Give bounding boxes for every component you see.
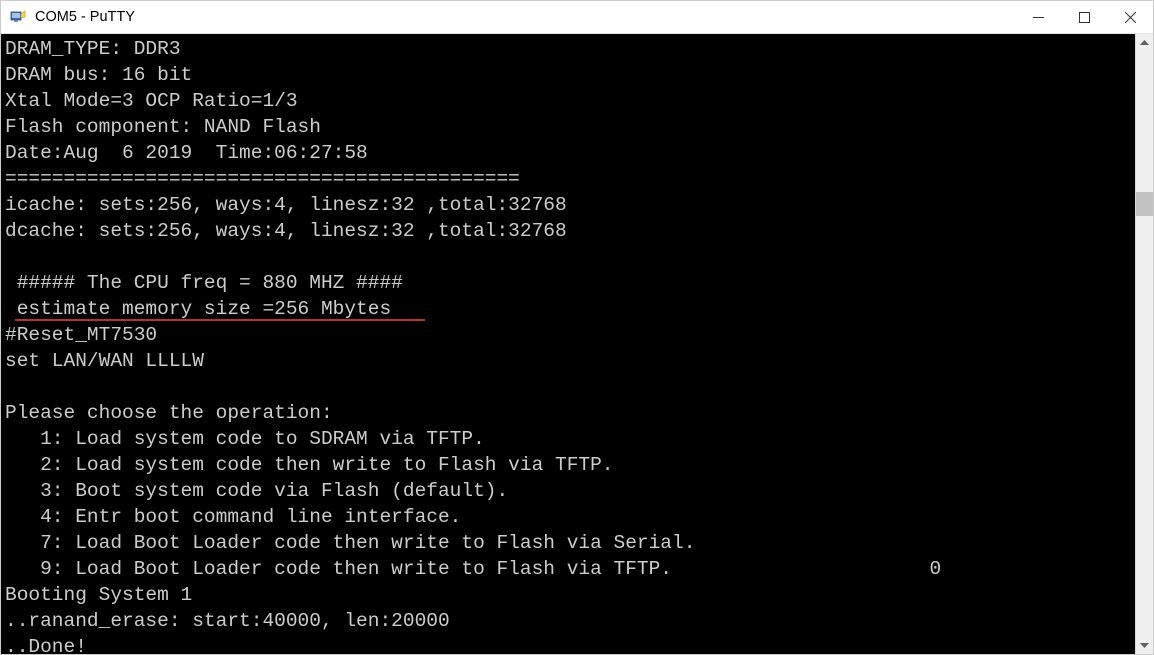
terminal-line: set LAN/WAN LLLLW — [5, 348, 1131, 374]
terminal-line: DRAM bus: 16 bit — [5, 62, 1131, 88]
terminal-line: Booting System 1 — [5, 582, 1131, 608]
terminal-line: Flash component: NAND Flash — [5, 114, 1131, 140]
terminal-line: Date:Aug 6 2019 Time:06:27:58 — [5, 140, 1131, 166]
terminal-line: #Reset_MT7530 — [5, 322, 1131, 348]
scroll-down-button[interactable] — [1136, 636, 1153, 654]
scroll-up-button[interactable] — [1136, 34, 1153, 52]
window-controls — [1015, 1, 1153, 33]
terminal-line — [5, 244, 1131, 270]
scroll-track[interactable] — [1136, 52, 1153, 636]
terminal-line: 4: Entr boot command line interface. — [5, 504, 1131, 530]
terminal-line: 3: Boot system code via Flash (default). — [5, 478, 1131, 504]
terminal-line: 1: Load system code to SDRAM via TFTP. — [5, 426, 1131, 452]
terminal-line: ##### The CPU freq = 880 MHZ #### — [5, 270, 1131, 296]
terminal-output[interactable]: DRAM_TYPE: DDR3DRAM bus: 16 bitXtal Mode… — [1, 34, 1135, 654]
terminal-line: Xtal Mode=3 OCP Ratio=1/3 — [5, 88, 1131, 114]
terminal-line: DRAM_TYPE: DDR3 — [5, 36, 1131, 62]
terminal-line: dcache: sets:256, ways:4, linesz:32 ,tot… — [5, 218, 1131, 244]
terminal-line: ..Done! — [5, 634, 1131, 654]
window-title: COM5 - PuTTY — [35, 9, 1015, 25]
close-button[interactable] — [1107, 1, 1153, 33]
terminal-line: ========================================… — [5, 166, 1131, 192]
terminal-container: DRAM_TYPE: DDR3DRAM bus: 16 bitXtal Mode… — [1, 34, 1153, 654]
terminal-line: 7: Load Boot Loader code then write to F… — [5, 530, 1131, 556]
maximize-button[interactable] — [1061, 1, 1107, 33]
terminal-line: icache: sets:256, ways:4, linesz:32 ,tot… — [5, 192, 1131, 218]
highlight-underline — [15, 319, 425, 321]
window-titlebar: COM5 - PuTTY — [1, 1, 1153, 34]
putty-icon — [9, 8, 27, 26]
terminal-line — [5, 374, 1131, 400]
vertical-scrollbar[interactable] — [1135, 34, 1153, 654]
scroll-thumb[interactable] — [1136, 192, 1153, 215]
terminal-line: 9: Load Boot Loader code then write to F… — [5, 556, 1131, 582]
terminal-line: 2: Load system code then write to Flash … — [5, 452, 1131, 478]
terminal-line: Please choose the operation: — [5, 400, 1131, 426]
minimize-button[interactable] — [1015, 1, 1061, 33]
terminal-line: ..ranand_erase: start:40000, len:20000 — [5, 608, 1131, 634]
